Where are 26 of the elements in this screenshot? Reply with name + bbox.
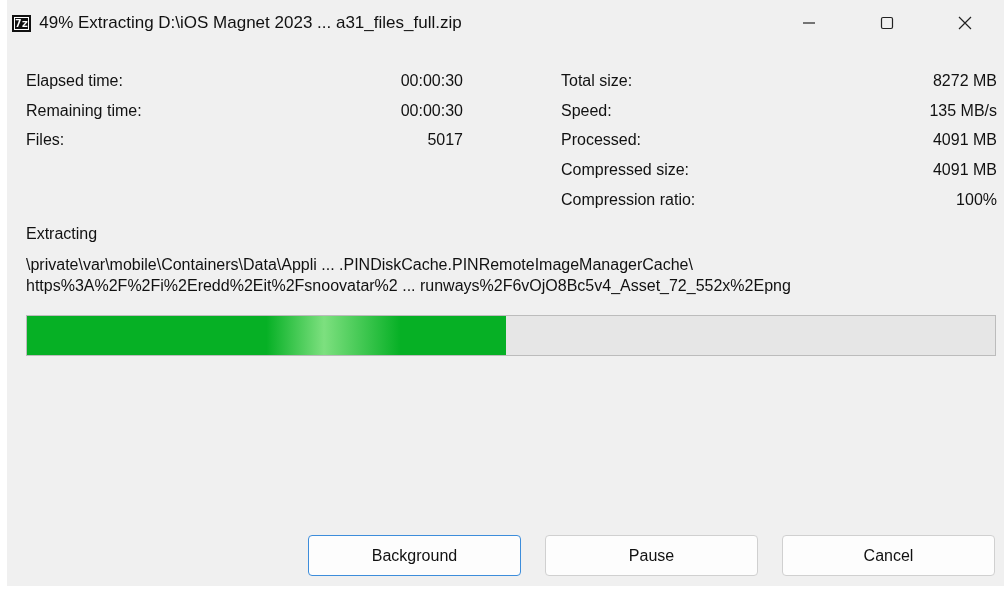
maximize-icon[interactable] [879, 15, 895, 31]
stat-label: Speed: [561, 100, 612, 121]
stat-value: 4091 MB [932, 160, 997, 181]
operation-label: Extracting [26, 224, 99, 245]
close-icon[interactable] [957, 15, 973, 31]
dialog-button[interactable]: Background [308, 535, 521, 576]
stat-value: 00:00:30 [400, 100, 463, 121]
stat-value: 100% [956, 189, 997, 210]
app-icon: 7z [12, 14, 32, 32]
file-path: \private\var\mobile\Containers\Data\Appli ... .PINDiskCache.PINRemoteImageManagerCache\ [26, 255, 694, 276]
stat-label: Elapsed time: [26, 71, 123, 91]
stat-label: Processed: [561, 130, 642, 151]
stat-label: Compressed size: [561, 160, 690, 181]
stat-label: Remaining time: [26, 100, 142, 121]
stat-value: 5017 [427, 130, 463, 151]
stat-value: 135 MB/s [929, 100, 997, 121]
window-title: 49% Extracting D:\iOS Magnet 2023 ... a31_files_full.zip [39, 13, 462, 33]
stat-value: 4091 MB [932, 130, 997, 151]
stat-label: Files: [26, 130, 65, 151]
dialog-button[interactable]: Pause [545, 535, 758, 576]
stat-value: 8272 MB [932, 71, 997, 91]
file-path: https%3A%2F%2Fi%2Eredd%2Eit%2Fsnoovatar%2 ... runways%2F6vOjO8Bc5v4_Asset_72_552x%2Epng [26, 276, 792, 297]
stat-value: 00:00:30 [400, 71, 463, 91]
stat-label: Compression ratio: [561, 189, 696, 210]
stat-label: Total size: [561, 71, 633, 91]
dialog-button[interactable]: Cancel [782, 535, 995, 576]
